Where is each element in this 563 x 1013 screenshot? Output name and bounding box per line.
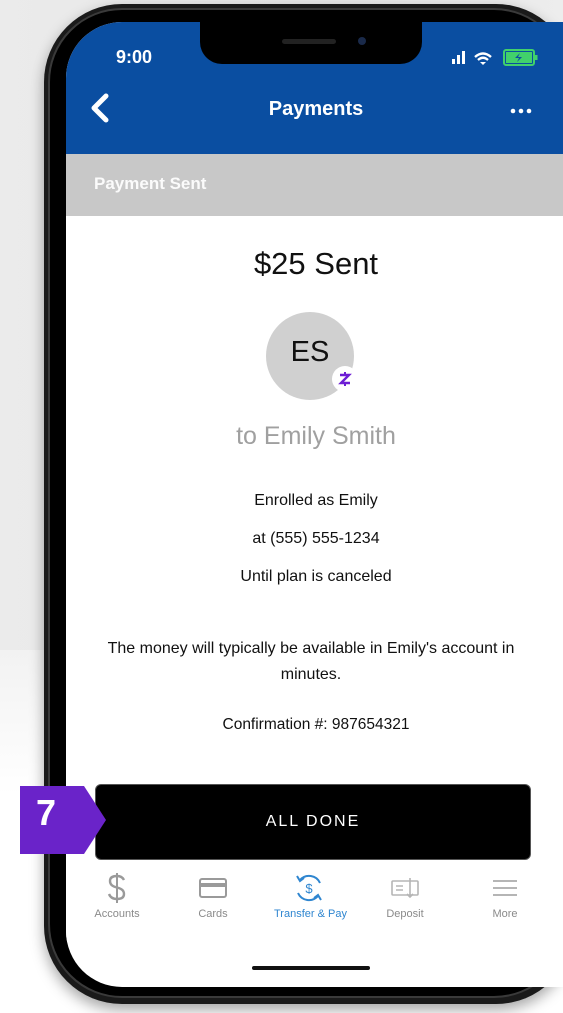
avatar-initials: ES <box>290 336 330 368</box>
tab-label: Accounts <box>94 908 140 920</box>
all-done-button[interactable]: ALL DONE <box>95 784 531 860</box>
step-number: 7 <box>36 792 57 833</box>
callout-arrow-shape <box>20 786 106 854</box>
status-time: 9:00 <box>116 47 153 67</box>
app-header: 9:00 Payments <box>66 22 563 154</box>
front-camera <box>358 37 366 45</box>
amount-sent: $25 Sent <box>253 246 379 281</box>
status-icons <box>452 46 562 68</box>
confirmation-number: Confirmation #: 987654321 <box>222 716 410 733</box>
section-header: Payment Sent <box>66 154 563 216</box>
tab-label: Deposit <box>386 908 424 920</box>
availability-notice: The money will typically be available in… <box>107 640 515 683</box>
tab-deposit[interactable]: Deposit <box>370 870 440 920</box>
speaker-grille <box>282 39 336 44</box>
transfer-icon: $ <box>274 870 344 906</box>
enrolled-text: Enrolled as Emily <box>254 492 378 509</box>
svg-text:$: $ <box>305 881 313 896</box>
tab-transfer-pay[interactable]: $ Transfer & Pay <box>274 870 347 920</box>
avatar: ES <box>266 312 358 400</box>
tab-accounts[interactable]: Accounts <box>82 870 152 920</box>
step-callout: 7 <box>20 786 106 854</box>
section-header-label: Payment Sent <box>94 174 207 193</box>
schedule-duration: Until plan is canceled <box>240 568 392 585</box>
ellipsis-icon <box>510 108 532 114</box>
page-title: Payments <box>268 98 364 120</box>
card-icon <box>178 870 248 906</box>
dollar-icon <box>82 870 152 906</box>
notch <box>200 22 422 64</box>
recipient-name: to Emily Smith <box>236 422 396 450</box>
menu-icon <box>470 870 540 906</box>
tab-label: Transfer & Pay <box>274 908 347 920</box>
tab-more[interactable]: More <box>470 870 540 920</box>
tab-label: More <box>492 908 518 920</box>
home-indicator[interactable] <box>252 966 370 970</box>
tab-bar: Accounts Cards $ Transfer & Pay Deposit … <box>66 864 563 942</box>
check-deposit-icon <box>370 870 440 906</box>
zelle-badge <box>332 366 358 392</box>
more-options-button[interactable] <box>506 94 536 124</box>
signal-wifi-battery-icon <box>452 49 538 66</box>
recipient-phone: at (555) 555-1234 <box>252 530 380 547</box>
zelle-icon <box>338 372 352 386</box>
tab-cards[interactable]: Cards <box>178 870 248 920</box>
phone-screen: 9:00 Payments Payment Sent $25 Sent ES t… <box>66 22 563 987</box>
tab-label: Cards <box>198 908 228 920</box>
